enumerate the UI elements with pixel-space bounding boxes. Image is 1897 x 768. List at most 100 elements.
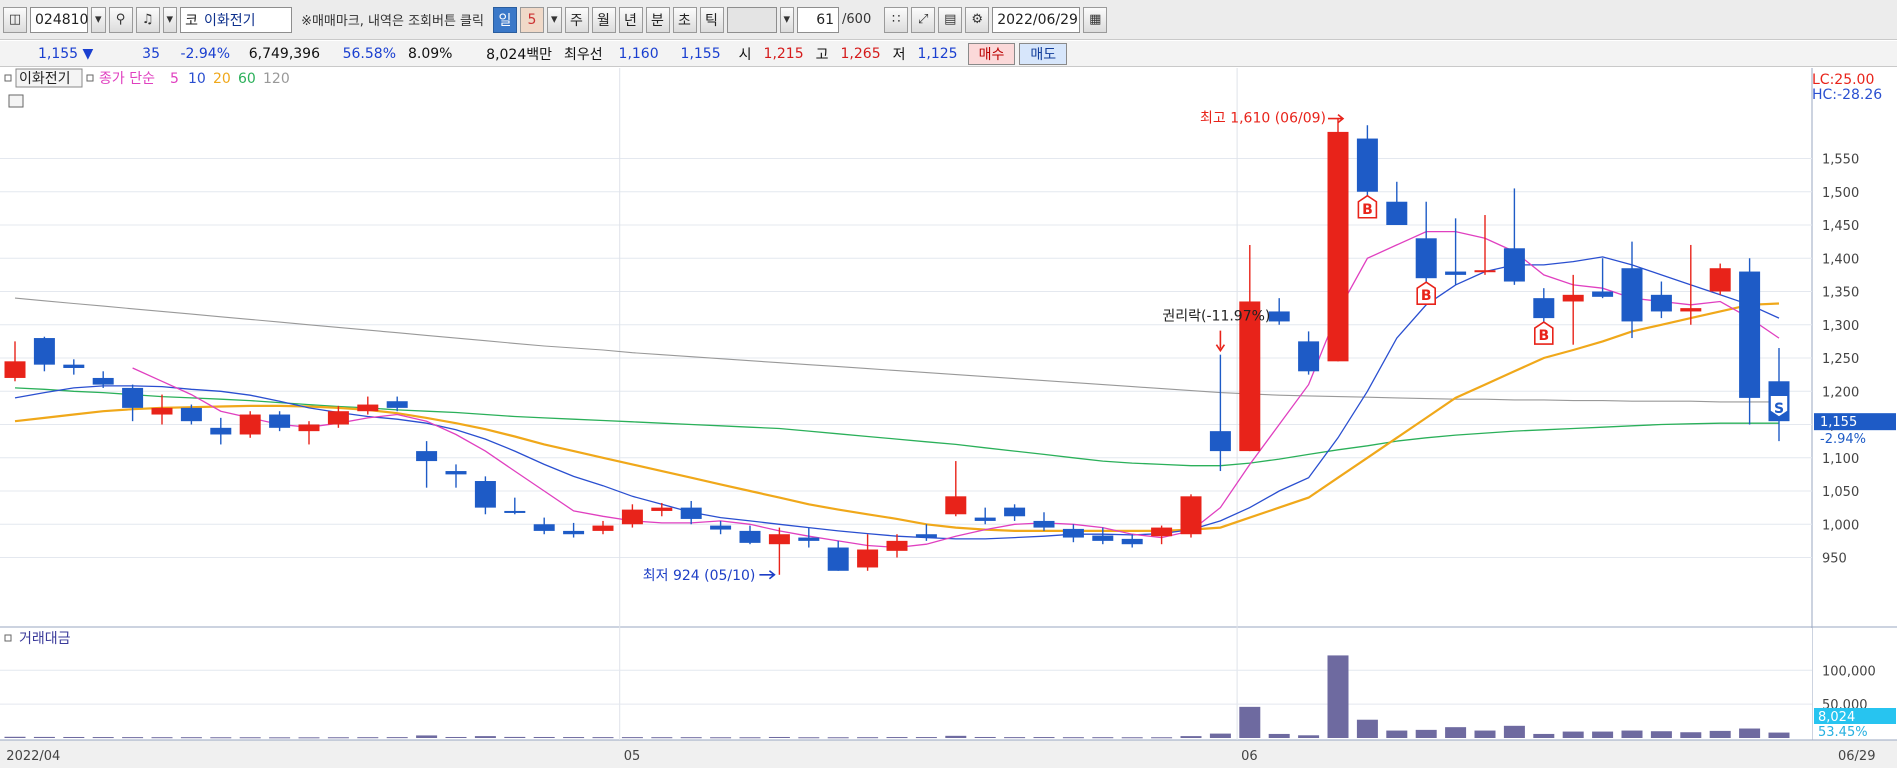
buy-mark: B: [1416, 281, 1436, 305]
buy-mark: B: [1357, 194, 1378, 219]
volume-bar: [945, 735, 967, 738]
volume-bar: [1415, 729, 1437, 738]
high-price: 1,265: [840, 45, 881, 62]
lc-label: LC:25.00: [1812, 72, 1874, 88]
volume-ratio: 56.58%: [342, 45, 396, 62]
x-axis-bar: [0, 740, 1897, 768]
y-tick-label: 1,250: [1822, 352, 1859, 367]
best-ask: 1,160: [618, 45, 659, 62]
hc-label: HC:-28.26: [1812, 87, 1882, 103]
volume-panel[interactable]: [0, 628, 1812, 740]
high-label: 고: [815, 46, 829, 63]
interval-dropdown-icon[interactable]: ▾: [779, 6, 795, 33]
volume-bar: [1268, 733, 1290, 738]
trade-mark-label: B: [1421, 288, 1432, 304]
stock-name-field[interactable]: 코 이화전기: [180, 6, 293, 33]
stock-chart[interactable]: 9501,0001,0501,1001,1501,2001,2501,3001,…: [0, 68, 1897, 768]
calendar-icon[interactable]: ▦: [1083, 6, 1108, 33]
candle-body: [1092, 535, 1114, 541]
candle-body: [1415, 238, 1437, 279]
sell-mark: S: [1769, 394, 1789, 419]
scatter-icon[interactable]: ∷: [884, 6, 909, 33]
period-second[interactable]: 초: [672, 6, 697, 33]
legend-ma-20: 20: [213, 71, 231, 87]
candle-body: [739, 530, 761, 543]
candle-body: [1592, 291, 1614, 297]
volume-bar: [1180, 736, 1202, 738]
volume-bar: [269, 737, 291, 739]
candle-body: [1298, 341, 1320, 372]
y-tick-label: 1,500: [1822, 186, 1859, 201]
chart-type-icon[interactable]: ◫: [3, 6, 27, 33]
rights-annotation: 권리락(-11.97%): [1162, 309, 1270, 325]
volume-bar: [92, 737, 114, 739]
compare-icon[interactable]: ⤢: [911, 6, 936, 33]
candle-body: [504, 510, 526, 513]
volume-bar: [1680, 732, 1702, 738]
candle-body: [474, 481, 496, 508]
volume-current-label: 8,024: [1818, 710, 1855, 725]
legend-ma-10: 10: [188, 71, 206, 87]
volume-bar: [416, 735, 438, 738]
trade-mark-label: B: [1538, 328, 1549, 344]
period-month[interactable]: 월: [591, 6, 616, 33]
sound-icon[interactable]: ♫: [135, 6, 160, 33]
sell-button[interactable]: 매도: [1019, 42, 1068, 65]
sound-dropdown-icon[interactable]: ▾: [162, 6, 178, 33]
candle-body: [798, 537, 820, 541]
candle-body: [210, 427, 232, 435]
candle-body: [1474, 270, 1496, 273]
candle-body: [1033, 520, 1055, 528]
volume-panel-title: 거래대금: [19, 631, 71, 647]
buy-mark: B: [1534, 321, 1554, 345]
save-icon[interactable]: ▤: [938, 6, 963, 33]
volume-bar: [592, 737, 614, 739]
candle-body: [563, 530, 585, 535]
volume-bar: [210, 737, 232, 739]
period-year[interactable]: 년: [618, 6, 643, 33]
period-count-select[interactable]: 5: [519, 6, 544, 33]
code-dropdown-icon[interactable]: ▾: [91, 6, 106, 33]
grid-toggle-icon[interactable]: [8, 94, 24, 108]
volume-bar: [1592, 731, 1614, 738]
x-tick-label: 06: [1241, 749, 1258, 764]
volume-bar: [504, 736, 526, 738]
candle-body: [886, 540, 908, 551]
candle-body: [857, 549, 879, 568]
period-week[interactable]: 주: [564, 6, 589, 33]
interval-select[interactable]: [726, 6, 777, 33]
candle-body: [1062, 528, 1084, 538]
volume-bar: [239, 737, 261, 739]
price-change-pct: -2.94%: [180, 45, 230, 62]
candle-body: [1739, 271, 1761, 398]
candle: [1327, 118, 1349, 362]
candle-body: [122, 387, 144, 408]
volume-bar: [1033, 737, 1055, 739]
y-tick-label: 1,300: [1822, 319, 1859, 334]
search-icon[interactable]: ⚲: [108, 6, 133, 33]
period-dropdown-icon[interactable]: ▾: [546, 6, 562, 33]
date-input[interactable]: 2022/06/29: [992, 6, 1081, 33]
period-day[interactable]: 일: [492, 6, 517, 33]
candle-body: [827, 547, 849, 571]
volume-bar: [886, 737, 908, 739]
x-tick-label: 2022/04: [6, 749, 60, 764]
period-tick[interactable]: 틱: [699, 6, 724, 33]
candle-body: [974, 517, 996, 521]
current-price-label: 1,155: [1820, 415, 1857, 430]
candle-body: [1562, 294, 1584, 302]
period-minute[interactable]: 분: [645, 6, 670, 33]
candle-body: [1180, 496, 1202, 535]
x-tick-label: 05: [624, 749, 641, 764]
settings-icon[interactable]: ⚙: [965, 6, 990, 33]
trade-mark-label: S: [1774, 401, 1784, 417]
low-label: 저: [892, 46, 906, 63]
buy-button[interactable]: 매수: [967, 42, 1016, 65]
price-axis-panel: [1812, 68, 1897, 738]
volume-bar: [827, 737, 849, 739]
open-label: 시: [738, 46, 752, 63]
toolbar: ◫ 024810 ▾ ⚲ ♫ ▾ 코 이화전기 ※매매마크, 내역은 조회버튼 …: [0, 0, 1897, 40]
stock-code-input[interactable]: 024810: [30, 6, 88, 33]
volume-bar: [1503, 725, 1525, 738]
count-input[interactable]: 61: [797, 6, 840, 33]
